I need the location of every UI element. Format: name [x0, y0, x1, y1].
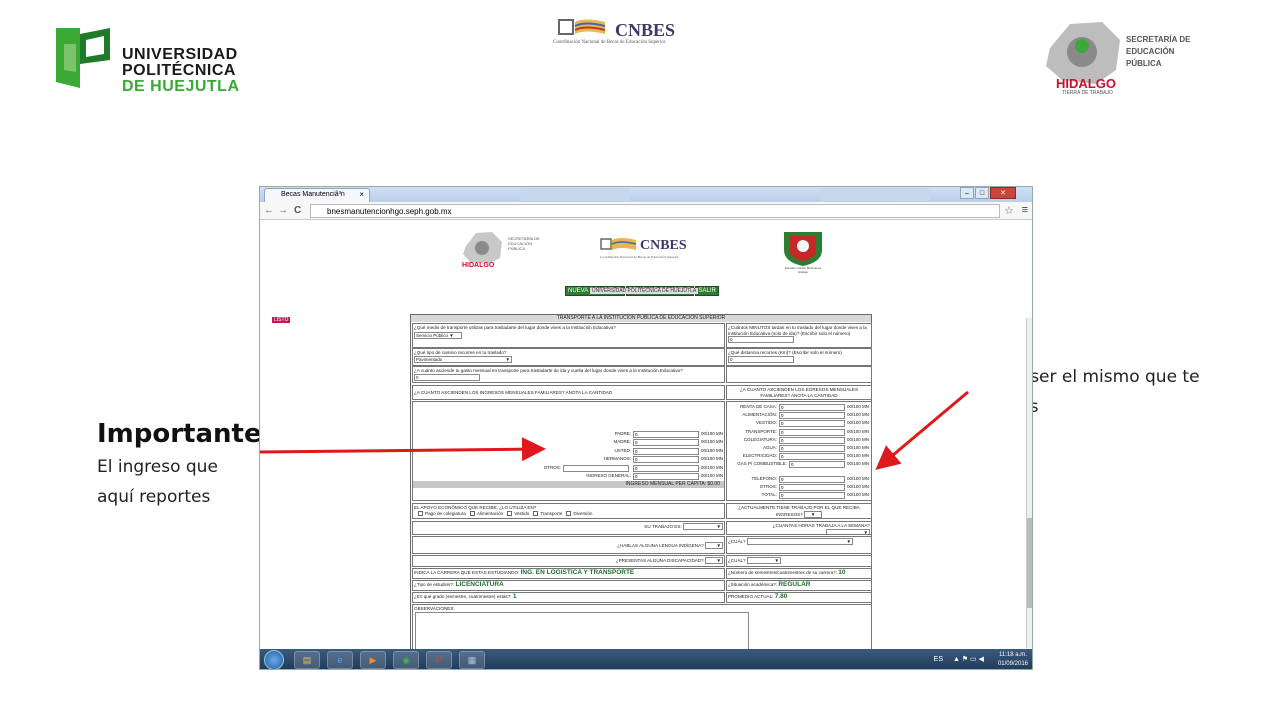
- arrow-left: [259, 437, 546, 462]
- arrow-right: [875, 390, 969, 470]
- arrow-overlay: [259, 390, 969, 470]
